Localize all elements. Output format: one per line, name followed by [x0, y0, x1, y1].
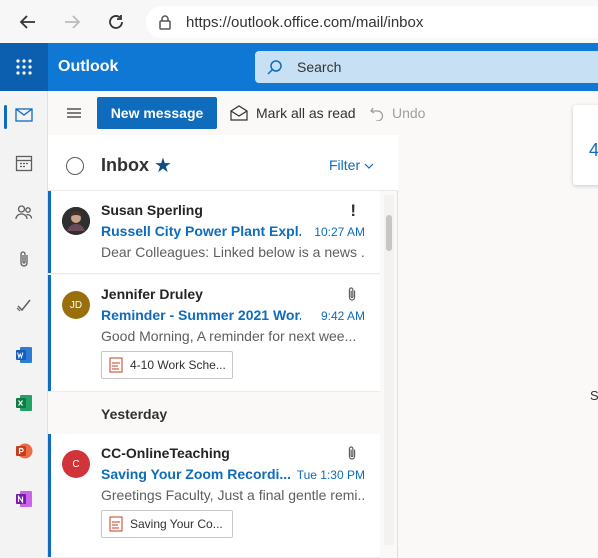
list-header: Inbox ★ Filter — [48, 135, 398, 191]
undo-label: Undo — [392, 105, 426, 121]
search-icon — [267, 60, 282, 75]
group-header-yesterday: Yesterday — [101, 406, 168, 422]
undo-icon — [370, 107, 384, 121]
new-message-button[interactable]: New message — [97, 97, 217, 129]
envelope-open-icon — [230, 105, 248, 121]
url-host: outlook.office.com — [231, 13, 352, 31]
mail-icon — [15, 108, 33, 122]
attachment-icon — [346, 286, 358, 306]
subject: Saving Your Zoom Recordi... — [101, 466, 292, 482]
pdf-file-icon — [109, 357, 123, 373]
attachment-icon — [346, 445, 358, 465]
command-bar: New message Mark all as read Undo — [48, 91, 598, 135]
unread-indicator — [48, 275, 51, 391]
sender-name: CC-OnlineTeaching — [101, 445, 230, 461]
browser-toolbar: https://outlook.office.com/mail/inbox — [0, 0, 598, 43]
message-item[interactable]: Susan Sperling ! Russell City Power Plan… — [48, 191, 380, 274]
select-all-checkbox[interactable] — [66, 157, 84, 175]
reading-card: 4 — [573, 105, 598, 185]
rail-powerpoint[interactable] — [0, 431, 48, 471]
list-scrollbar[interactable] — [384, 195, 394, 545]
refresh-icon — [109, 15, 123, 29]
rail-files[interactable] — [0, 239, 48, 279]
received-time: Tue 1:30 PM — [296, 468, 365, 482]
filter-button[interactable]: Filter — [329, 157, 374, 173]
unread-indicator — [48, 434, 51, 557]
reading-pane: 4 S — [398, 105, 598, 558]
folder-title: Inbox — [101, 155, 149, 175]
calendar-icon — [15, 155, 33, 172]
avatar-photo-icon — [62, 207, 90, 235]
pdf-file-icon — [109, 516, 123, 532]
scroll-thumb[interactable] — [386, 215, 392, 251]
rail-people[interactable] — [0, 192, 48, 232]
sender-name: Susan Sperling — [101, 202, 203, 218]
back-arrow-icon — [19, 15, 35, 29]
search-box[interactable]: Search — [255, 51, 598, 83]
suite-header: Outlook Search — [0, 43, 598, 91]
chevron-down-icon — [364, 163, 374, 169]
excel-icon — [16, 395, 32, 411]
message-item[interactable]: C CC-OnlineTeaching Saving Your Zoom Rec… — [48, 434, 380, 558]
subject: Russell City Power Plant Expl... — [101, 223, 301, 239]
rail-todo[interactable] — [0, 285, 48, 325]
lock-icon — [159, 15, 171, 30]
back-button[interactable] — [14, 8, 42, 36]
card-glyph: 4 — [589, 140, 598, 160]
unread-indicator — [48, 191, 51, 273]
hamburger-icon — [67, 108, 81, 118]
paperclip-icon — [20, 251, 28, 267]
word-icon — [16, 347, 32, 363]
app-title[interactable]: Outlook — [58, 43, 118, 91]
people-icon — [15, 205, 33, 220]
subject: Reminder - Summer 2021 Wor... — [101, 307, 301, 323]
importance-icon: ! — [350, 201, 356, 220]
forward-button[interactable] — [58, 8, 86, 36]
favorite-star-icon[interactable]: ★ — [154, 153, 172, 178]
waffle-icon — [16, 59, 32, 75]
rail-mail[interactable] — [0, 95, 48, 135]
preview-text: Dear Colleagues: Linked below is a news … — [101, 244, 366, 260]
message-item[interactable]: JD Jennifer Druley Reminder - Summer 202… — [48, 275, 380, 392]
preview-text: Good Morning, A reminder for next wee... — [101, 328, 357, 344]
avatar — [62, 207, 90, 235]
search-placeholder: Search — [297, 59, 342, 75]
rail-word[interactable] — [0, 335, 48, 375]
filter-label: Filter — [329, 157, 361, 173]
avatar: JD — [62, 291, 90, 319]
preview-text: Greetings Faculty, Just a final gentle r… — [101, 487, 366, 503]
address-bar[interactable]: https://outlook.office.com/mail/inbox — [146, 6, 598, 38]
forward-arrow-icon — [65, 15, 81, 29]
mark-all-read-label: Mark all as read — [256, 105, 356, 121]
received-time: 9:42 AM — [320, 309, 365, 323]
attachment-chip[interactable]: 4-10 Work Sche... — [101, 351, 233, 379]
app-rail — [0, 91, 48, 558]
powerpoint-icon — [16, 443, 33, 459]
rail-excel[interactable] — [0, 383, 48, 423]
attachment-chip[interactable]: Saving Your Co... — [101, 510, 233, 538]
active-indicator — [4, 105, 7, 129]
url-path: /mail/inbox — [351, 13, 424, 31]
attachment-name: Saving Your Co... — [130, 517, 223, 531]
rail-calendar[interactable] — [0, 143, 48, 183]
attachment-name: 4-10 Work Sche... — [130, 358, 226, 372]
rail-onenote[interactable] — [0, 479, 48, 519]
url-text: https://outlook.office.com/mail/inbox — [186, 14, 423, 31]
app-launcher-button[interactable] — [0, 43, 48, 91]
mark-all-read-button[interactable]: Mark all as read — [230, 97, 356, 129]
message-list: Inbox ★ Filter Susan Sperling ! Russell … — [48, 135, 398, 558]
url-scheme: https:// — [186, 13, 232, 31]
onenote-icon — [16, 491, 32, 507]
received-time: 10:27 AM — [314, 225, 365, 239]
checkmark-icon — [16, 299, 31, 312]
undo-button[interactable]: Undo — [370, 97, 425, 129]
reading-text: S — [590, 388, 598, 403]
navigation-toggle[interactable] — [64, 103, 84, 123]
sender-name: Jennifer Druley — [101, 286, 203, 302]
refresh-button[interactable] — [102, 8, 130, 36]
avatar: C — [62, 450, 90, 478]
